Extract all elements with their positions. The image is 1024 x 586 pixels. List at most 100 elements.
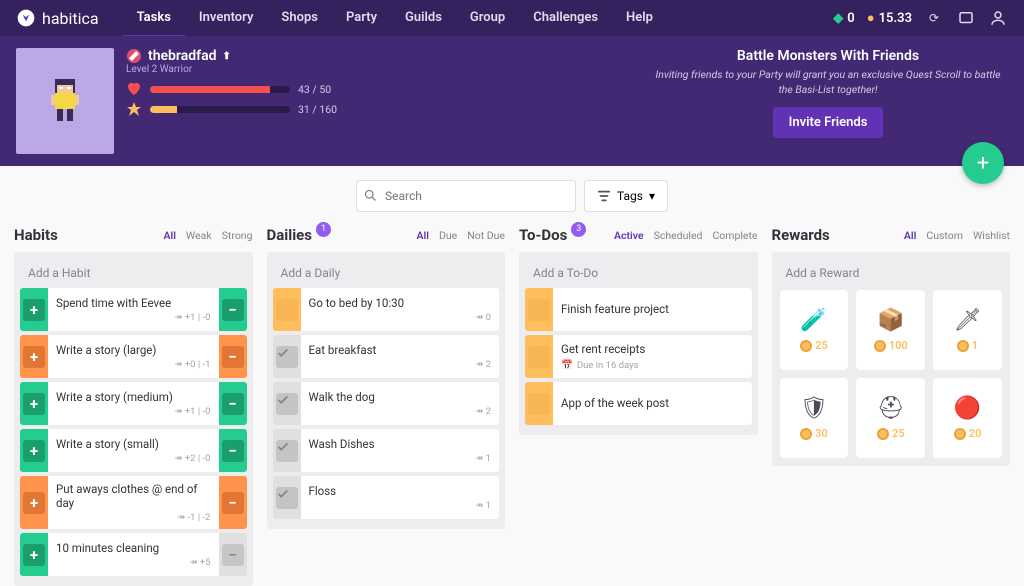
task-row[interactable]: Wash Dishes↠ 1 bbox=[273, 429, 500, 472]
task-row[interactable]: Finish feature project bbox=[525, 288, 752, 331]
plus-button[interactable]: + bbox=[23, 544, 45, 566]
reward-card[interactable]: 📦100 bbox=[856, 290, 925, 370]
task-checkbox[interactable] bbox=[276, 440, 298, 462]
minus-button[interactable]: − bbox=[222, 440, 244, 462]
task-row[interactable]: +Put aways clothes @ end of day↠ -1 | -2… bbox=[20, 476, 247, 529]
add-habits-input[interactable]: Add a Habit bbox=[20, 258, 247, 288]
nav-tab-shops[interactable]: Shops bbox=[267, 0, 332, 37]
task-row[interactable]: Walk the dog↠ 2 bbox=[273, 382, 500, 425]
minus-button[interactable]: − bbox=[222, 492, 244, 514]
reward-card[interactable]: 🔴20 bbox=[933, 378, 1002, 458]
task-left-control[interactable] bbox=[525, 382, 553, 425]
task-left-control[interactable]: + bbox=[20, 288, 48, 331]
task-checkbox[interactable] bbox=[276, 487, 298, 509]
task-row[interactable]: +Write a story (medium)↠ +1 | -0− bbox=[20, 382, 247, 425]
reward-card[interactable]: 🛡30 bbox=[780, 378, 849, 458]
filter-due[interactable]: Due bbox=[439, 229, 457, 242]
filter-weak[interactable]: Weak bbox=[186, 229, 212, 242]
column-filters: Active Scheduled Complete bbox=[614, 229, 758, 242]
avatar[interactable] bbox=[16, 48, 114, 154]
add-rewards-input[interactable]: Add a Reward bbox=[778, 258, 1005, 288]
task-right-control[interactable]: − bbox=[219, 476, 247, 529]
count-badge: 1 bbox=[316, 222, 331, 237]
plus-button[interactable]: + bbox=[23, 492, 45, 514]
nav-tab-party[interactable]: Party bbox=[332, 0, 391, 37]
add-todos-input[interactable]: Add a To-Do bbox=[525, 258, 752, 288]
filter-not-due[interactable]: Not Due bbox=[467, 229, 505, 242]
minus-button[interactable]: − bbox=[222, 393, 244, 415]
nav-tab-group[interactable]: Group bbox=[456, 0, 519, 37]
add-dailies-input[interactable]: Add a Daily bbox=[273, 258, 500, 288]
task-left-control[interactable] bbox=[525, 288, 553, 331]
plus-button[interactable]: + bbox=[23, 346, 45, 368]
task-row[interactable]: Go to bed by 10:30↠ 0 bbox=[273, 288, 500, 331]
task-row[interactable]: +Write a story (large)↠ +0 | -1− bbox=[20, 335, 247, 378]
filter-all[interactable]: All bbox=[904, 229, 916, 242]
profile-icon[interactable] bbox=[988, 8, 1008, 28]
task-checkbox[interactable] bbox=[528, 299, 550, 321]
task-left-control[interactable] bbox=[525, 335, 553, 378]
task-row[interactable]: +Spend time with Eevee↠ +1 | -0− bbox=[20, 288, 247, 331]
search-input[interactable] bbox=[356, 180, 576, 212]
filter-custom[interactable]: Custom bbox=[926, 229, 963, 242]
task-left-control[interactable] bbox=[273, 429, 301, 472]
task-right-control[interactable]: − bbox=[219, 382, 247, 425]
task-checkbox[interactable] bbox=[276, 299, 298, 321]
nav-tab-help[interactable]: Help bbox=[612, 0, 667, 37]
task-checkbox[interactable] bbox=[276, 346, 298, 368]
task-right-control[interactable]: − bbox=[219, 533, 247, 576]
task-row[interactable]: +Write a story (small)↠ +2 | -0− bbox=[20, 429, 247, 472]
task-row[interactable]: Floss↠ 1 bbox=[273, 476, 500, 519]
task-left-control[interactable] bbox=[273, 335, 301, 378]
filter-scheduled[interactable]: Scheduled bbox=[654, 229, 703, 242]
filter-strong[interactable]: Strong bbox=[222, 229, 253, 242]
task-left-control[interactable] bbox=[273, 476, 301, 519]
task-row[interactable]: Get rent receipts📅Due in 16 days bbox=[525, 335, 752, 378]
plus-button[interactable]: + bbox=[23, 440, 45, 462]
reward-card[interactable]: ⛑25 bbox=[856, 378, 925, 458]
task-left-control[interactable]: + bbox=[20, 533, 48, 576]
task-left-control[interactable] bbox=[273, 382, 301, 425]
task-left-control[interactable]: + bbox=[20, 335, 48, 378]
task-checkbox[interactable] bbox=[276, 393, 298, 415]
nav-tab-challenges[interactable]: Challenges bbox=[519, 0, 612, 37]
nav-tab-tasks[interactable]: Tasks bbox=[123, 0, 185, 37]
add-task-fab[interactable]: + bbox=[962, 142, 1004, 184]
reward-card[interactable]: 🗡1 bbox=[933, 290, 1002, 370]
notifications-icon[interactable] bbox=[956, 8, 976, 28]
filter-complete[interactable]: Complete bbox=[712, 229, 757, 242]
task-left-control[interactable]: + bbox=[20, 382, 48, 425]
task-right-control[interactable]: − bbox=[219, 335, 247, 378]
brand-logo[interactable]: habitica bbox=[16, 8, 99, 28]
task-title: Spend time with Eevee bbox=[56, 296, 211, 310]
task-row[interactable]: +10 minutes cleaning↠ +5− bbox=[20, 533, 247, 576]
tags-filter-button[interactable]: Tags ▾ bbox=[584, 180, 668, 212]
nav-tab-inventory[interactable]: Inventory bbox=[185, 0, 268, 37]
task-right-control[interactable]: − bbox=[219, 288, 247, 331]
minus-button[interactable]: − bbox=[222, 346, 244, 368]
minus-button[interactable]: − bbox=[222, 299, 244, 321]
task-right-control[interactable]: − bbox=[219, 429, 247, 472]
gems-count[interactable]: ◆0 bbox=[833, 11, 854, 26]
task-left-control[interactable] bbox=[273, 288, 301, 331]
sync-icon[interactable]: ⟳ bbox=[924, 8, 944, 28]
filter-active[interactable]: Active bbox=[614, 229, 644, 242]
nav-tab-guilds[interactable]: Guilds bbox=[391, 0, 456, 37]
task-checkbox[interactable] bbox=[528, 346, 550, 368]
filter-wishlist[interactable]: Wishlist bbox=[973, 229, 1010, 242]
invite-friends-button[interactable]: Invite Friends bbox=[773, 107, 884, 138]
task-left-control[interactable]: + bbox=[20, 429, 48, 472]
plus-button[interactable]: + bbox=[23, 393, 45, 415]
task-row[interactable]: Eat breakfast↠ 2 bbox=[273, 335, 500, 378]
filter-all[interactable]: All bbox=[163, 229, 175, 242]
plus-button[interactable]: + bbox=[23, 299, 45, 321]
task-content: Eat breakfast↠ 2 bbox=[301, 335, 500, 378]
reward-card[interactable]: 🧪25 bbox=[780, 290, 849, 370]
task-checkbox[interactable] bbox=[528, 393, 550, 415]
xp-bar: 31 / 160 bbox=[126, 101, 406, 117]
minus-button[interactable]: − bbox=[222, 544, 244, 566]
filter-all[interactable]: All bbox=[417, 229, 429, 242]
task-left-control[interactable]: + bbox=[20, 476, 48, 529]
task-row[interactable]: App of the week post bbox=[525, 382, 752, 425]
gold-count[interactable]: ●15.33 bbox=[867, 10, 912, 26]
